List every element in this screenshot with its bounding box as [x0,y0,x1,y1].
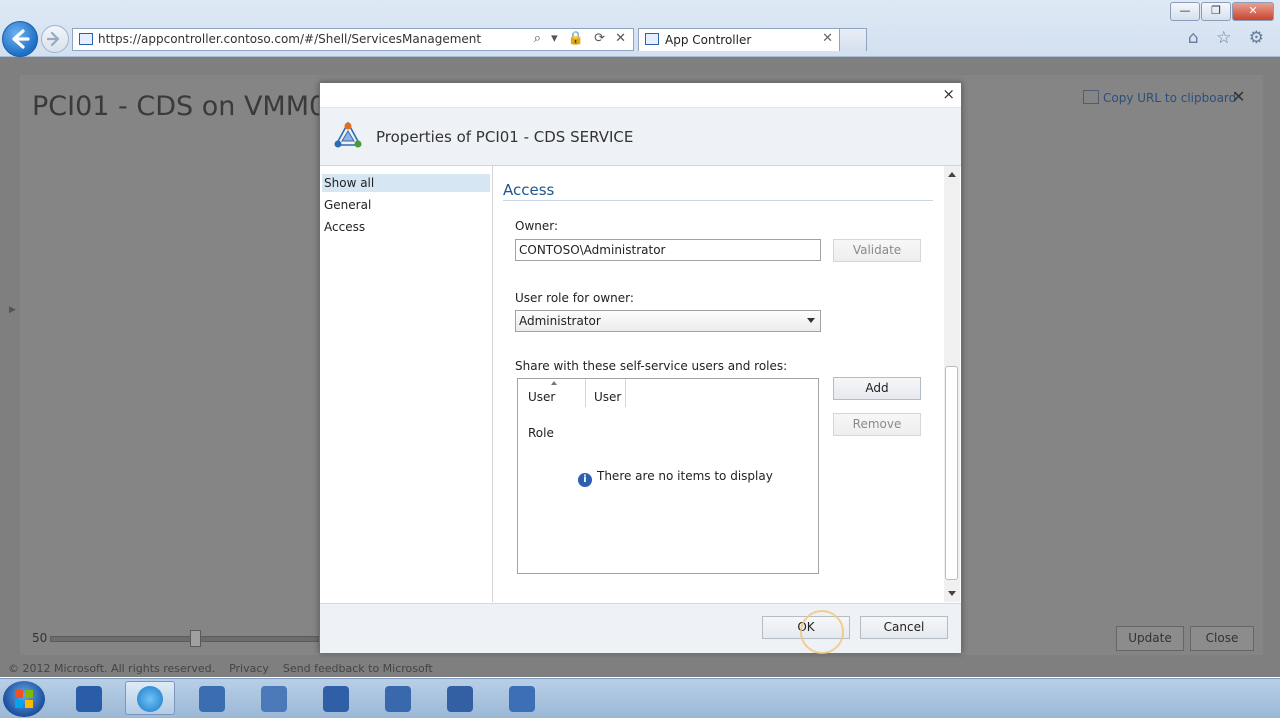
new-tab-button[interactable] [839,28,867,51]
cancel-button[interactable]: Cancel [860,616,948,639]
address-bar[interactable]: https://appcontroller.contoso.com/#/Shel… [72,28,634,51]
validate-button[interactable]: Validate [833,239,921,262]
nav-item-general[interactable]: General [322,196,490,214]
owner-label: Owner: [515,219,559,233]
taskbar-network[interactable] [373,681,423,715]
taskbar-powershell[interactable] [64,681,114,715]
update-button[interactable]: Update [1116,626,1184,651]
dialog-titlebar: × [320,83,961,108]
taskbar-server-manager[interactable] [249,681,299,715]
forward-button[interactable] [41,25,69,53]
slider-value: 50 [32,631,48,645]
back-button[interactable] [2,21,38,57]
panel-close-icon[interactable]: ✕ [1232,87,1245,106]
clipboard-icon [1083,90,1099,104]
scroll-up-icon[interactable] [948,172,956,177]
dialog-close-icon[interactable]: × [942,85,955,103]
app-controller-icon [509,686,535,712]
page-favicon-icon [79,33,93,45]
privacy-link[interactable]: Privacy [229,662,269,675]
taskbar-internet-explorer[interactable] [125,681,175,715]
taskbar-performance-monitor[interactable] [311,681,361,715]
task-scheduler-icon [447,686,473,712]
taskbar-system-center[interactable] [187,681,237,715]
arrow-right-icon [46,31,60,47]
address-actions-icon[interactable]: ⌕ ▾ 🔒 ⟳ ✕ [534,31,629,46]
copy-url-label: Copy URL to clipboard [1103,91,1237,105]
panel-close-button[interactable]: Close [1190,626,1254,651]
sort-asc-icon [551,381,557,385]
section-divider [503,200,933,201]
user-role-label: User role for owner: [515,291,634,305]
nav-item-show-all[interactable]: Show all [322,174,490,192]
window-controls: — ❐ ✕ [1169,2,1274,21]
properties-dialog: × Properties of PCI01 - CDS SERVICE Show… [319,82,962,654]
arrow-left-icon [12,29,30,49]
page-footer: © 2012 Microsoft. All rights reserved. Pr… [8,662,447,675]
start-button[interactable] [3,681,45,717]
taskbar [0,678,1280,718]
service-icon [334,121,362,148]
section-title: Access [503,181,555,199]
column-header-user[interactable]: User [586,379,626,407]
dialog-header: Properties of PCI01 - CDS SERVICE [320,108,961,166]
user-role-value: Administrator [519,314,601,328]
owner-field[interactable]: CONTOSO\Administrator [515,239,821,261]
slider-thumb[interactable] [190,630,201,647]
window-close-button[interactable]: ✕ [1232,2,1274,21]
minimize-button[interactable]: — [1170,2,1200,21]
taskbar-app-controller[interactable] [497,681,547,715]
add-button[interactable]: Add [833,377,921,400]
click-highlight [800,610,844,654]
scale-slider[interactable] [50,636,322,642]
powershell-icon [76,686,102,712]
server-manager-icon [261,686,287,712]
info-icon: i [578,473,592,487]
share-list[interactable]: User Role User i There are no items to di… [517,378,819,574]
browser-chrome: https://appcontroller.contoso.com/#/Shel… [0,0,1280,57]
copy-url-link[interactable]: Copy URL to clipboard [1083,90,1236,105]
scroll-down-icon[interactable] [948,591,956,596]
internet-explorer-icon [137,686,163,712]
home-favorites-tools-icon[interactable]: ⌂ ☆ ⚙ [1188,28,1270,48]
remove-button[interactable]: Remove [833,413,921,436]
network-icon [385,686,411,712]
address-url[interactable]: https://appcontroller.contoso.com/#/Shel… [98,32,481,46]
restore-button[interactable]: ❐ [1201,2,1231,21]
expand-arrow-icon[interactable]: ▶ [9,305,16,315]
column-header-user-role[interactable]: User Role [518,379,586,440]
tab-title: App Controller [665,33,752,47]
dialog-footer: OK Cancel [320,603,961,654]
dialog-title: Properties of PCI01 - CDS SERVICE [376,128,634,146]
scroll-thumb[interactable] [945,366,958,580]
feedback-link[interactable]: Send feedback to Microsoft [283,662,433,675]
tab-favicon-icon [645,33,659,45]
windows-logo-icon [15,690,33,708]
nav-item-access[interactable]: Access [322,218,490,236]
dialog-nav: Show all General Access [320,166,493,602]
page-title: PCI01 - CDS on VMM01 [32,91,344,122]
browser-tab-app-controller[interactable]: App Controller ✕ [638,28,840,51]
chevron-down-icon [807,318,815,323]
system-center-icon [199,686,225,712]
dialog-scrollbar[interactable] [944,166,960,602]
access-section: Access Owner: CONTOSO\Administrator Vali… [493,166,943,602]
performance-monitor-icon [323,686,349,712]
copyright-text: © 2012 Microsoft. All rights reserved. [8,662,216,675]
taskbar-task-scheduler[interactable] [435,681,485,715]
tab-close-icon[interactable]: ✕ [822,31,833,46]
share-label: Share with these self-service users and … [515,359,788,373]
user-role-select[interactable]: Administrator [515,310,821,332]
empty-list-message: i There are no items to display [578,469,773,487]
